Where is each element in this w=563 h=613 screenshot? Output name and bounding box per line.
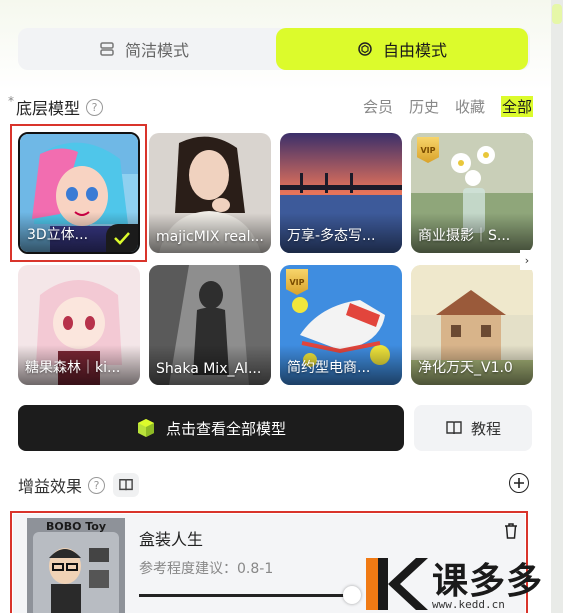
- model-label: 净化万天_V1.0: [418, 360, 513, 376]
- model-card-ecommerce[interactable]: VIP 简约型电商...: [280, 265, 402, 385]
- watermark-text: 课多多: [432, 561, 544, 602]
- plus-icon: [514, 478, 524, 488]
- check-icon: [114, 232, 130, 245]
- model-label: 3D立体...: [27, 227, 89, 243]
- model-card-wanxiang[interactable]: 万享-多态写...: [280, 133, 402, 253]
- cube-icon: [136, 418, 156, 438]
- strength-slider-track[interactable]: [139, 594, 359, 597]
- model-card-3d[interactable]: 3D立体...: [18, 132, 140, 254]
- filter-all[interactable]: 全部: [500, 96, 533, 117]
- model-label: majicMIX real...: [156, 229, 264, 245]
- watermark-logo: 课多多 www.kedd.cn: [360, 552, 560, 613]
- filter-member[interactable]: 会员: [363, 96, 393, 117]
- carousel-next-arrow[interactable]: ›: [520, 250, 534, 270]
- model-card-commercial[interactable]: VIP 商业摄影｜S...: [411, 133, 533, 253]
- required-mark: *: [8, 94, 14, 108]
- tutorial-label: 教程: [470, 419, 501, 438]
- model-panel: 简洁模式 自由模式 * 底层模型 ? 会员 历史 收藏 全部 3D立体... m…: [0, 0, 551, 613]
- model-card-shaka[interactable]: Shaka Mix_Al...: [149, 265, 271, 385]
- filter-favorites[interactable]: 收藏: [455, 96, 485, 117]
- tutorial-button[interactable]: 教程: [414, 405, 532, 451]
- gain-effect-title: 增益效果 ?: [18, 473, 140, 497]
- mode-switch: 简洁模式 自由模式: [18, 28, 530, 70]
- watermark-k-icon: [366, 558, 428, 610]
- strength-slider-knob[interactable]: [343, 586, 361, 604]
- tab-free-label: 自由模式: [382, 41, 447, 60]
- cube-outline-icon: [357, 41, 373, 57]
- model-card-majicmix[interactable]: majicMIX real...: [149, 133, 271, 253]
- effect-thumb-image: BOBO Toy: [27, 518, 125, 613]
- model-card-pure[interactable]: 净化万天_V1.0: [411, 265, 533, 385]
- help-icon[interactable]: ?: [86, 98, 104, 116]
- model-label: 简约型电商...: [287, 360, 371, 376]
- scrollbar-track[interactable]: [551, 0, 563, 613]
- model-label: 万享-多态写...: [287, 228, 376, 244]
- tab-free-mode[interactable]: 自由模式: [276, 28, 528, 70]
- book-icon: [445, 420, 463, 436]
- effect-strength-hint: 参考程度建议：0.8-1: [139, 561, 274, 577]
- filter-history[interactable]: 历史: [409, 96, 439, 117]
- trash-icon[interactable]: [503, 522, 519, 544]
- model-label: 糖果森林｜ki...: [25, 360, 121, 376]
- model-filter-tabs: 会员 历史 收藏 全部: [363, 96, 533, 117]
- book-icon[interactable]: [113, 473, 140, 497]
- watermark-url: www.kedd.cn: [432, 598, 505, 611]
- tab-simple-label: 简洁模式: [124, 41, 189, 60]
- effect-name: 盒装人生: [139, 530, 204, 549]
- model-card-candy[interactable]: 糖果森林｜ki...: [18, 265, 140, 385]
- view-all-label: 点击查看全部模型: [165, 419, 286, 438]
- effect-thumbnail: BOBO Toy: [27, 518, 125, 613]
- selected-check-badge: [106, 224, 138, 252]
- add-effect-button[interactable]: [509, 473, 529, 493]
- help-icon[interactable]: ?: [88, 476, 106, 494]
- tab-simple-mode[interactable]: 简洁模式: [18, 28, 270, 70]
- scrollbar-thumb[interactable]: [552, 4, 562, 24]
- model-label: 商业摄影｜S...: [418, 228, 511, 244]
- base-model-title: * 底层模型 ?: [8, 94, 104, 119]
- view-all-models-button[interactable]: 点击查看全部模型: [18, 405, 404, 451]
- model-label: Shaka Mix_Al...: [156, 361, 262, 377]
- effect-thumb-text: BOBO Toy: [46, 520, 106, 533]
- gain-effect-label: 增益效果: [18, 477, 83, 496]
- layout-icon: [99, 41, 115, 57]
- base-model-label: 底层模型: [16, 99, 81, 118]
